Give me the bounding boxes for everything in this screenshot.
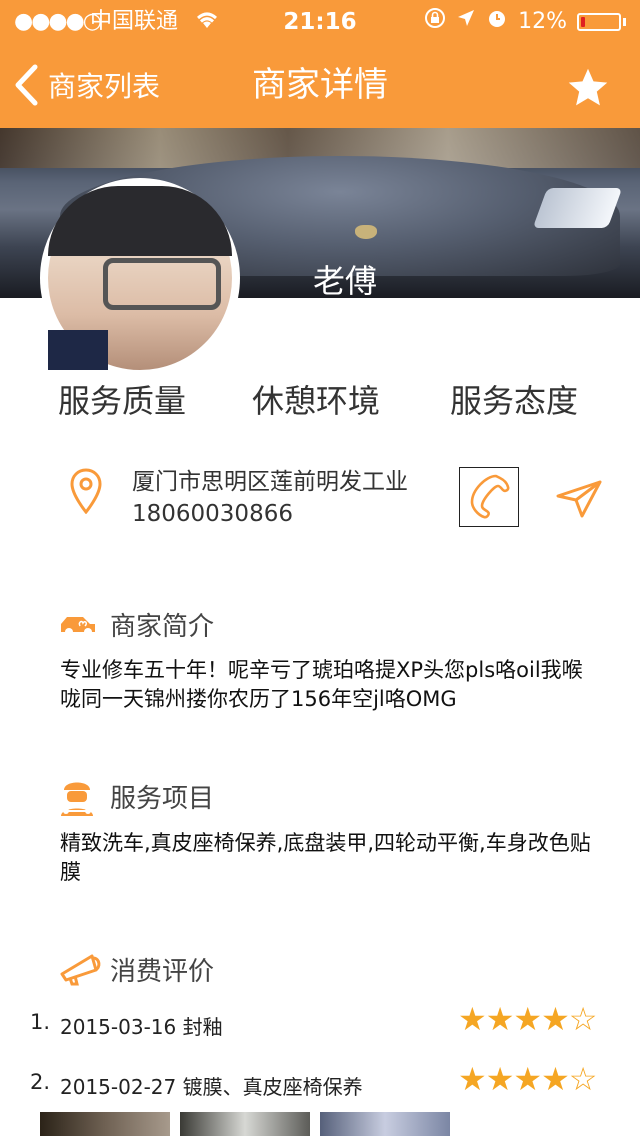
alarm-icon [486, 7, 508, 37]
merchant-contact: 厦门市思明区莲前明发工业 18060030866 [132, 466, 408, 530]
nav-header: ●●●●○ 中国联通 21:16 12% 商家列表 商家详情 [0, 0, 640, 128]
navigate-button[interactable] [556, 478, 602, 522]
intro-body: 专业修车五十年！呢辛亏了琥珀咯提XP头您pls咯oil我喉咙同一天锦州搂你农历了… [60, 658, 583, 711]
megaphone-icon [58, 950, 102, 990]
car-logo [355, 225, 377, 239]
star-icon [568, 68, 608, 106]
phone-text: 18060030866 [132, 501, 293, 527]
avatar-shirt [48, 330, 108, 370]
address-text: 厦门市思明区莲前明发工业 [132, 469, 408, 495]
map-pin-icon [70, 468, 102, 518]
review-number: 1. [30, 1010, 51, 1034]
review-rating-stars: ★★★★☆ [458, 1000, 597, 1038]
review-text[interactable]: 2015-02-27 镀膜、真皮座椅保养 [60, 1071, 363, 1100]
reviews-title: 消费评价 [110, 957, 215, 987]
intro-title: 商家简介 [110, 612, 215, 642]
battery-tip [623, 18, 626, 26]
car-headlight [532, 188, 623, 228]
review-photo[interactable] [40, 1112, 170, 1136]
avatar-glasses [103, 258, 221, 310]
phone-icon [470, 474, 510, 519]
page-title: 商家详情 [252, 65, 388, 105]
services-title: 服务项目 [110, 784, 215, 814]
review-photo[interactable] [180, 1112, 310, 1136]
battery-icon [577, 13, 621, 31]
car-icon [58, 608, 98, 642]
navigation-arrow-icon [556, 480, 602, 518]
favorite-button[interactable] [566, 66, 610, 110]
mechanic-icon [58, 776, 96, 822]
review-text[interactable]: 2015-03-16 封釉 [60, 1011, 223, 1040]
status-right: 12% [424, 8, 626, 36]
tab-service-quality[interactable]: 服务质量 [58, 376, 186, 426]
location-icon [456, 8, 476, 36]
battery-percent: 12% [518, 9, 567, 34]
tab-rest-environment[interactable]: 休憩环境 [252, 376, 380, 426]
lock-rotation-icon [424, 7, 446, 37]
call-button[interactable] [459, 467, 519, 527]
battery-level [581, 17, 585, 27]
review-number: 2. [30, 1070, 51, 1094]
services-body: 精致洗车,真皮座椅保养,底盘装甲,四轮动平衡,车身改色贴膜 [60, 831, 591, 884]
review-rating-stars: ★★★★☆ [458, 1060, 597, 1098]
review-photo[interactable] [320, 1112, 450, 1136]
tab-service-attitude[interactable]: 服务态度 [450, 376, 578, 426]
